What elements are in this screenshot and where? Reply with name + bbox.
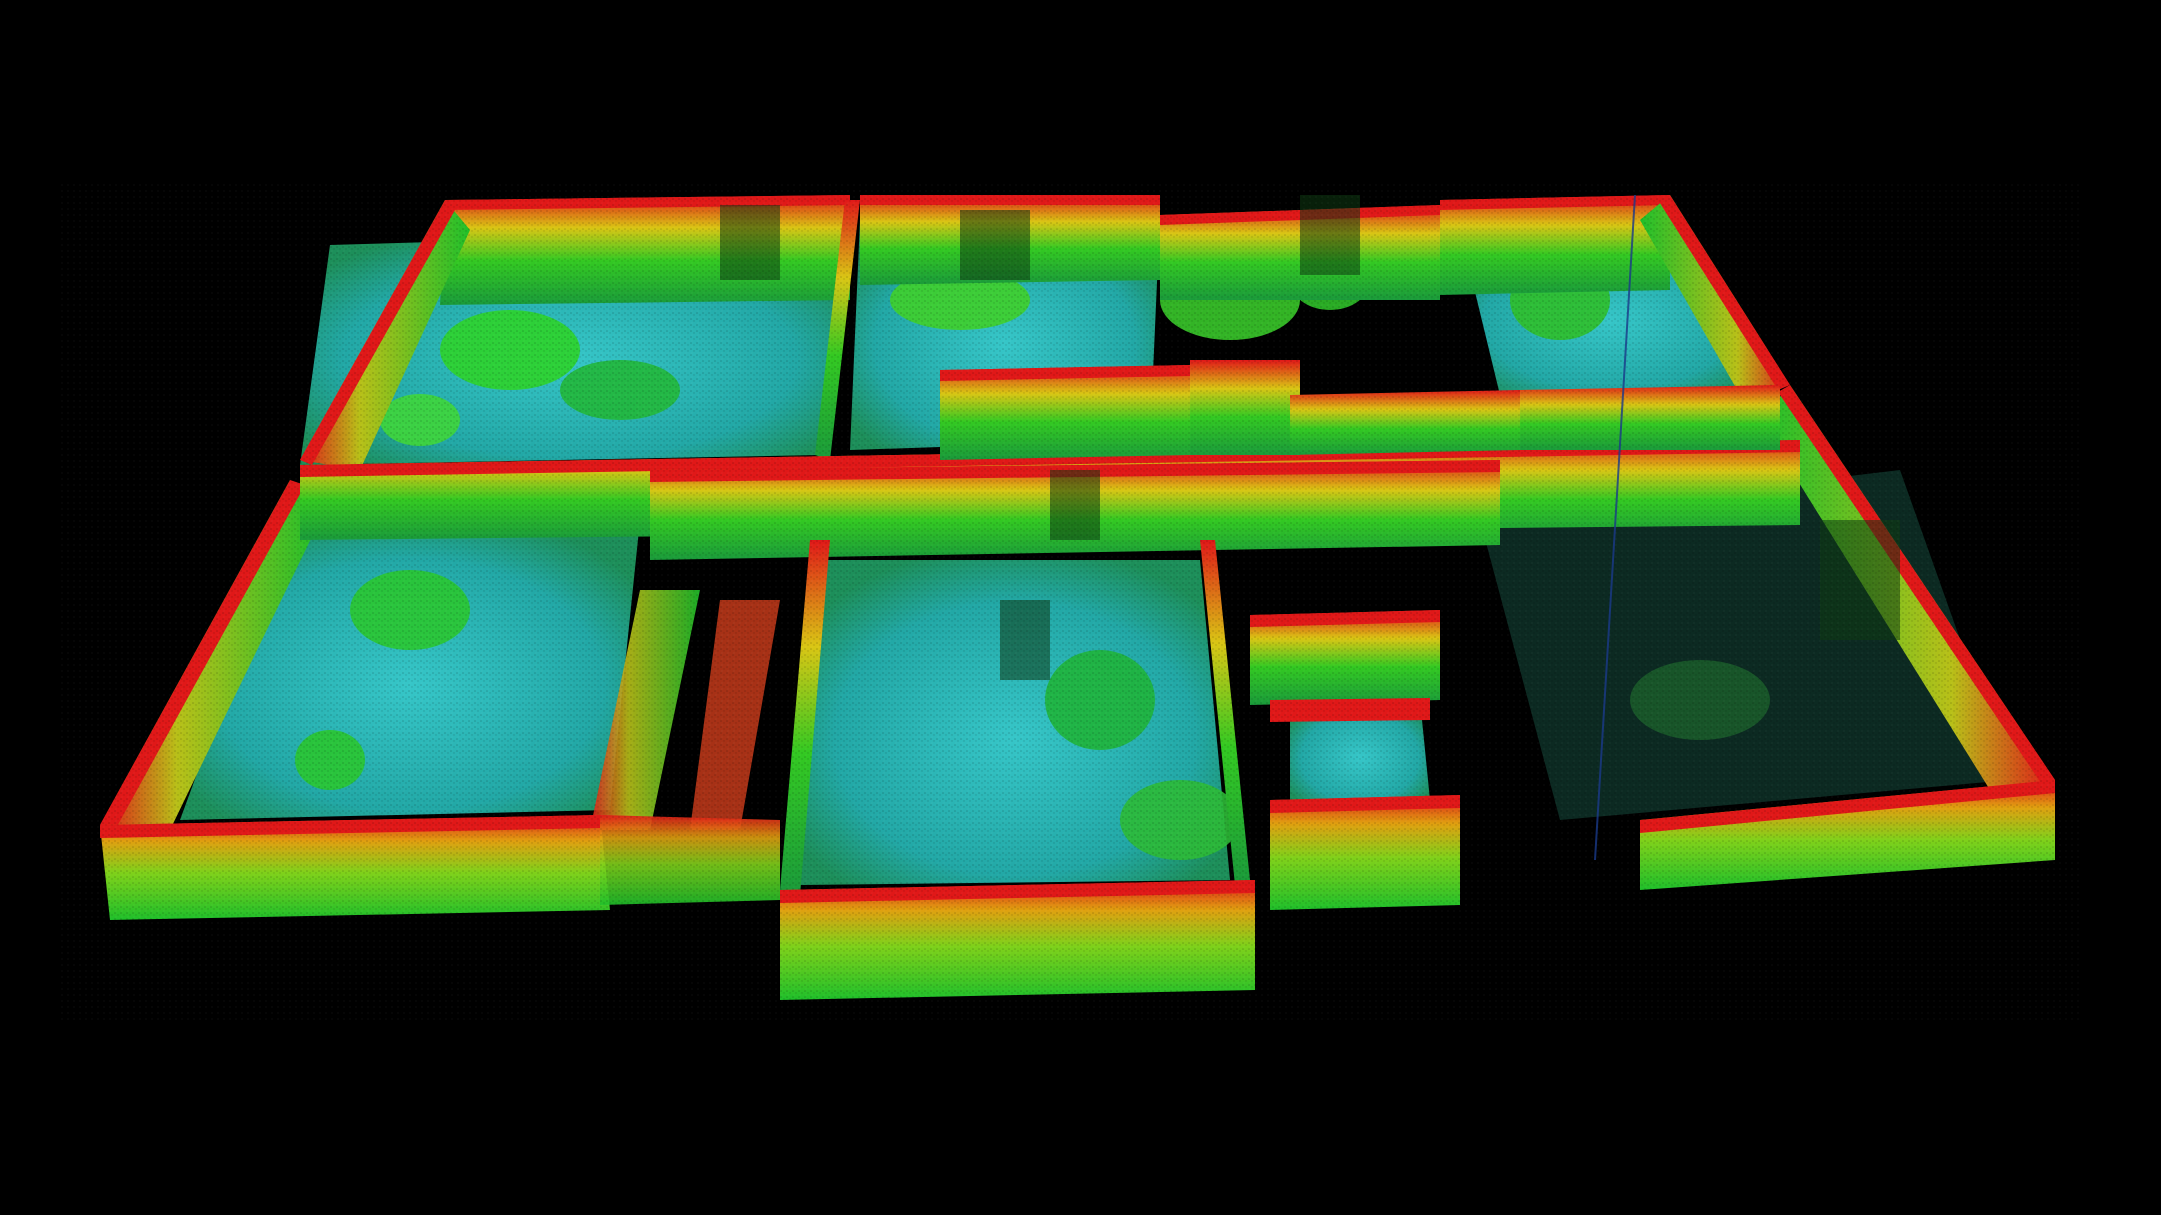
point-cloud-viewport[interactable] — [0, 0, 2161, 1215]
point-cloud-floorplan — [60, 180, 2080, 1020]
